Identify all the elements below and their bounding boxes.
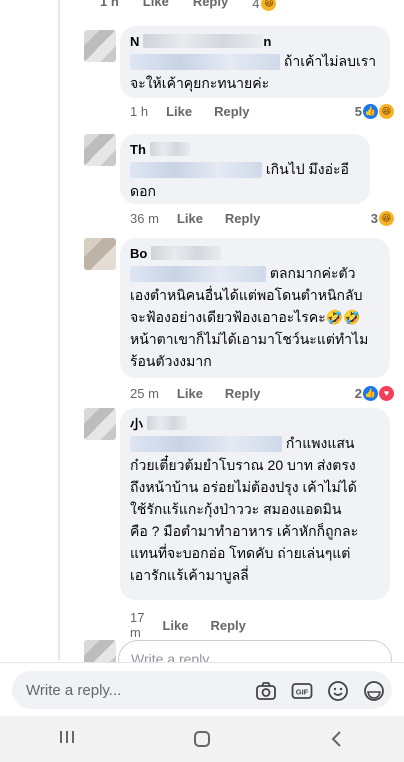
like-button[interactable]: Like bbox=[162, 618, 188, 633]
haha-icon: 😆 bbox=[379, 211, 394, 226]
system-nav-bar bbox=[0, 716, 404, 762]
comment-time: 1 h bbox=[130, 104, 149, 119]
comment-actions: 1 h Like Reply 5 👍 😆 bbox=[130, 104, 394, 119]
comment-text-line: ดอก bbox=[130, 183, 156, 199]
haha-icon: 😆 bbox=[261, 0, 277, 11]
like-button[interactable]: Like bbox=[143, 0, 169, 12]
comment-actions: 36 m Like Reply 3 😆 bbox=[130, 211, 394, 226]
comment-text-line: เอารักแร้เค้ามาบูลลี่ bbox=[130, 567, 249, 583]
comment-time: 25 m bbox=[130, 386, 159, 401]
comment-time: 36 m bbox=[130, 211, 159, 226]
comment-text: ถ้าเค้าไม่ลบเรา bbox=[130, 50, 378, 72]
reply-bar: GIF bbox=[0, 662, 404, 716]
recent-apps-icon[interactable] bbox=[52, 728, 82, 750]
camera-icon[interactable] bbox=[254, 679, 278, 703]
mention-link[interactable] bbox=[130, 435, 282, 453]
love-reaction-icon: ♥ bbox=[379, 386, 394, 401]
commenter-name[interactable]: Th bbox=[130, 140, 358, 158]
comment-text-line: จะให้เค้าคุยกะทนายค่ะ bbox=[130, 75, 270, 91]
mention-link[interactable] bbox=[130, 161, 262, 179]
mention-link[interactable] bbox=[130, 53, 280, 71]
commenter-name[interactable]: Nn bbox=[130, 32, 378, 50]
like-button[interactable]: Like bbox=[177, 211, 203, 226]
emoji-icon[interactable] bbox=[326, 679, 350, 703]
like-button[interactable]: Like bbox=[166, 104, 192, 119]
comment-bubble: Th เกินไป มึงอ่ะอี ดอก bbox=[120, 134, 370, 204]
thread-line bbox=[58, 0, 60, 660]
reply-button[interactable]: Reply bbox=[225, 386, 260, 401]
comment-text-line: หน้าตาเขาก็ไม่ได้เอามาโชว์นะแต่ทำไม bbox=[130, 331, 369, 347]
reply-button[interactable]: Reply bbox=[225, 211, 260, 226]
commenter-name[interactable]: Bo bbox=[130, 244, 378, 262]
avatar[interactable] bbox=[84, 134, 116, 166]
comment-bubble: Nn ถ้าเค้าไม่ลบเรา จะให้เค้าคุยกะทนายค่ะ bbox=[120, 26, 390, 98]
mention-link[interactable] bbox=[130, 265, 266, 283]
comment-text-line: ร้อนตัวงงมาก bbox=[130, 353, 212, 369]
comment-text-line: ถึงหน้าบ้าน อร่อยไม่ต้องปรุง เค้าไม่ได้ bbox=[130, 479, 357, 495]
avatar[interactable] bbox=[84, 30, 116, 62]
reply-tools: GIF bbox=[254, 679, 386, 703]
sticker-icon[interactable] bbox=[362, 679, 386, 703]
reaction-count[interactable]: 4 😆 bbox=[252, 0, 277, 12]
comment-text-line: ก๋วยเตี๋ยวต้มยำโบราณ 20 บาท ส่งตรง bbox=[130, 457, 356, 473]
previous-comment-actions: 1 h Like Reply 4 😆 bbox=[100, 0, 277, 12]
svg-text:GIF: GIF bbox=[296, 688, 309, 697]
reply-button[interactable]: Reply bbox=[193, 0, 228, 12]
reaction-count[interactable]: 2 👍 ♥ bbox=[355, 386, 394, 401]
comment-text-line: เองตำหนิคนอื่นได้แต่พอโดนตำหนิกลับ bbox=[130, 287, 363, 303]
home-icon[interactable] bbox=[187, 728, 217, 750]
gif-icon[interactable]: GIF bbox=[290, 679, 314, 703]
like-reaction-icon: 👍 bbox=[363, 386, 378, 401]
back-icon[interactable] bbox=[322, 728, 352, 750]
comment-text-line: ใช้รักแร้แกะกุ้งป่าววะ สมองแอดมิน bbox=[130, 501, 342, 517]
comment-text: เกินไป มึงอ่ะอี bbox=[130, 158, 358, 180]
avatar[interactable] bbox=[84, 408, 116, 440]
comment-bubble: Bo ตลกมากค่ะตัว เองตำหนิคนอื่นได้แต่พอโด… bbox=[120, 238, 390, 378]
like-reaction-icon: 👍 bbox=[363, 104, 378, 119]
reply-button[interactable]: Reply bbox=[210, 618, 245, 633]
reply-button[interactable]: Reply bbox=[214, 104, 249, 119]
like-button[interactable]: Like bbox=[177, 386, 203, 401]
comment-text-line: แทนที่จะบอกอ่อ โทดคับ ถ่ายเล่นๆแต่ bbox=[130, 545, 351, 561]
reaction-count[interactable]: 5 👍 😆 bbox=[355, 104, 394, 119]
haha-icon: 😆 bbox=[379, 104, 394, 119]
comment-text-line: จะฟ้องอย่างเดียวฟ้องเอาอะไรคะ🤣🤣 bbox=[130, 309, 361, 325]
comment-text-line: คือ ? มือตำมาทำอาหาร เค้าหักก็ถูกละ bbox=[130, 523, 359, 539]
commenter-name[interactable]: 小 bbox=[130, 414, 378, 432]
comment-time: 1 h bbox=[100, 0, 119, 9]
reaction-count[interactable]: 3 😆 bbox=[371, 211, 394, 226]
comment-bubble: 小 กำแพงแสน ก๋วยเตี๋ยวต้มยำโบราณ 20 บาท ส… bbox=[120, 408, 390, 600]
comment-actions: 17 m Like Reply bbox=[130, 610, 268, 640]
comment-text: กำแพงแสน bbox=[130, 432, 378, 454]
avatar[interactable] bbox=[84, 238, 116, 270]
comment-time: 17 m bbox=[130, 610, 145, 640]
comment-text: ตลกมากค่ะตัว bbox=[130, 262, 378, 284]
comment-actions: 25 m Like Reply 2 👍 ♥ bbox=[130, 386, 394, 401]
